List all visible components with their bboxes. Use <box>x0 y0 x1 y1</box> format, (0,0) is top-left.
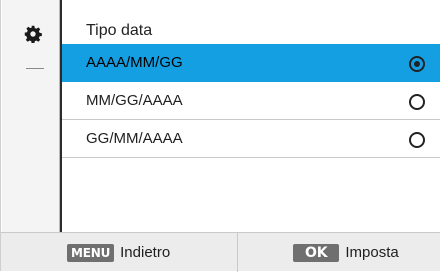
radio-unselected-icon <box>409 94 425 110</box>
option-label: AAAA/MM/GG <box>86 54 183 71</box>
confirm-button[interactable]: OK Imposta <box>293 233 399 272</box>
option-label: MM/GG/AAAA <box>86 92 183 109</box>
footer-bar: MENU Indietro OK Imposta <box>1 232 440 272</box>
option-aaaa-mm-gg[interactable]: AAAA/MM/GG <box>62 44 440 82</box>
sidebar-separator <box>26 68 44 69</box>
option-gg-mm-aaaa[interactable]: GG/MM/AAAA <box>62 120 440 158</box>
settings-sidebar <box>2 0 60 232</box>
back-button[interactable]: MENU Indietro <box>67 233 170 272</box>
menu-title: Tipo data <box>86 22 153 39</box>
back-label: Indietro <box>120 244 171 261</box>
option-mm-gg-aaaa[interactable]: MM/GG/AAAA <box>62 82 440 120</box>
radio-selected-icon <box>409 56 425 72</box>
option-label: GG/MM/AAAA <box>86 130 183 147</box>
date-type-screen: Tipo data AAAA/MM/GG MM/GG/AAAA GG/MM/AA… <box>0 0 440 272</box>
footer-divider <box>237 233 238 272</box>
confirm-label: Imposta <box>345 244 399 261</box>
menu-key-badge: MENU <box>67 243 115 262</box>
radio-unselected-icon <box>409 132 425 148</box>
gear-icon <box>24 25 42 43</box>
ok-key-badge: OK <box>293 243 340 262</box>
